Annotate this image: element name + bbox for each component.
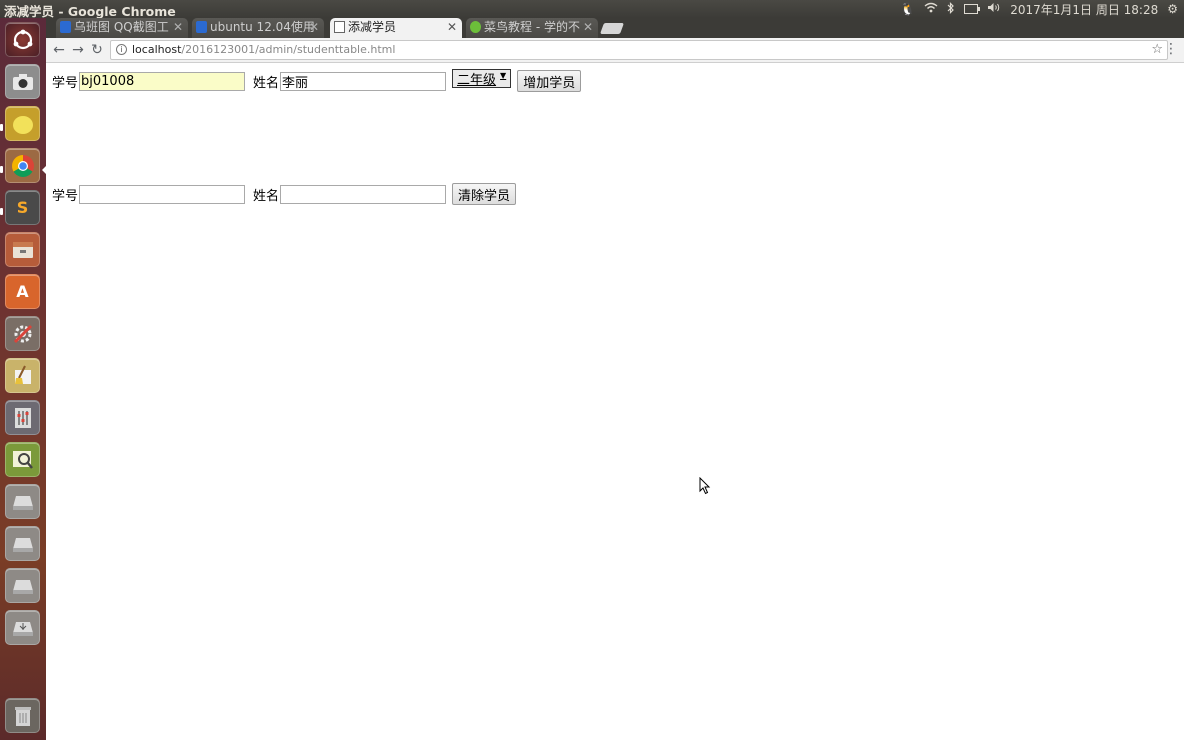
reload-icon[interactable]: ↻	[88, 41, 106, 59]
chrome-browser-icon[interactable]	[5, 148, 40, 183]
tab-qq-screenshot[interactable]: 乌班图 QQ截图工 ✕	[56, 18, 188, 38]
runoob-icon	[470, 21, 481, 33]
dash-home-icon[interactable]	[5, 22, 40, 57]
page-icon	[334, 21, 345, 33]
qq-app-icon[interactable]	[5, 106, 40, 141]
qq-tray-icon[interactable]: 🐧	[900, 2, 915, 16]
camera-app-icon[interactable]	[5, 64, 40, 99]
student-id-input[interactable]	[79, 71, 246, 91]
browser-toolbar: ← → ↻ i localhost/2016123001/admin/stude…	[46, 38, 1184, 63]
files-app-icon[interactable]	[5, 232, 40, 267]
tab-runoob-tutorial[interactable]: 菜鸟教程 - 学的不 ✕	[466, 18, 598, 38]
system-top-panel: 添减学员 - Google Chrome 🐧 2017年1月1日 周日 18:2…	[0, 0, 1184, 19]
software-center-icon[interactable]: A	[5, 274, 40, 309]
bookmark-star-icon[interactable]: ☆	[1151, 41, 1163, 59]
address-bar[interactable]: i localhost/2016123001/admin/studenttabl…	[110, 40, 1168, 60]
tab-close-icon[interactable]: ✕	[173, 18, 183, 36]
volume-icon[interactable]	[987, 2, 1001, 16]
tab-label: 添减学员	[348, 20, 397, 34]
student-name-label: 姓名	[253, 188, 280, 204]
add-student-button[interactable]: 增加学员	[517, 70, 582, 92]
paw-icon	[60, 21, 71, 33]
tab-ubuntu-usage[interactable]: ubuntu 12.04使用 ✕	[192, 18, 324, 38]
sublime-text-icon[interactable]: S	[5, 190, 40, 225]
student-name-label: 姓名	[253, 75, 280, 91]
grade-selected-value: 二年级	[457, 72, 497, 88]
address-url[interactable]: localhost/2016123001/admin/studenttable.…	[132, 41, 395, 59]
indicator-area: 🐧 2017年1月1日 周日 18:28 ⚙	[900, 0, 1178, 18]
student-id-label: 学号	[52, 75, 79, 91]
wifi-icon[interactable]	[924, 2, 938, 16]
browser-tab-strip: 乌班图 QQ截图工 ✕ ubuntu 12.04使用 ✕ 添减学员 ✕ 菜鸟教程…	[46, 18, 1184, 38]
trash-icon[interactable]	[5, 698, 40, 733]
battery-icon[interactable]	[964, 4, 981, 14]
mouse-pointer-icon	[699, 477, 711, 495]
tab-label: 菜鸟教程 - 学的不	[484, 20, 580, 34]
tab-label: 乌班图 QQ截图工	[74, 20, 169, 34]
drive-1-icon[interactable]	[5, 484, 40, 519]
session-gear-icon[interactable]: ⚙	[1167, 2, 1178, 16]
student-name-input[interactable]	[280, 71, 447, 91]
remove-student-name-input[interactable]	[280, 184, 447, 204]
page-content: 学号 姓名 二年级 ▼ 增加学员 学号 姓名 清除学员	[46, 63, 1184, 740]
tweak-tool-icon[interactable]	[5, 400, 40, 435]
address-host: localhost	[132, 43, 182, 56]
tab-label: ubuntu 12.04使用	[210, 20, 315, 34]
drive-3-icon[interactable]	[5, 568, 40, 603]
usb-drive-icon[interactable]	[5, 610, 40, 645]
tab-close-icon[interactable]: ✕	[309, 18, 319, 36]
system-settings-icon[interactable]	[5, 316, 40, 351]
cleaner-app-icon[interactable]	[5, 358, 40, 393]
back-arrow-icon[interactable]: ←	[50, 41, 68, 59]
paw-icon	[196, 21, 207, 33]
tab-close-icon[interactable]: ✕	[583, 18, 593, 36]
remove-student-form: 学号 姓名 清除学员	[52, 183, 517, 205]
page-info-icon[interactable]: i	[116, 44, 127, 55]
forward-arrow-icon[interactable]: →	[69, 41, 87, 59]
remove-student-id-input[interactable]	[79, 184, 246, 204]
address-path: /2016123001/admin/studenttable.html	[181, 43, 396, 56]
system-monitor-icon[interactable]	[5, 442, 40, 477]
launcher: S A	[0, 18, 46, 740]
tab-add-remove-students[interactable]: 添减学员 ✕	[330, 18, 462, 38]
remove-student-button[interactable]: 清除学员	[452, 183, 517, 205]
tab-close-icon[interactable]: ✕	[447, 18, 457, 36]
add-student-form: 学号 姓名 二年级 ▼ 增加学员	[52, 68, 582, 92]
browser-menu-icon[interactable]: ⋮	[1164, 41, 1178, 57]
new-tab-button[interactable]	[599, 23, 625, 34]
dropdown-arrow-icon: ▼	[500, 71, 507, 80]
grade-select[interactable]: 二年级 ▼	[452, 68, 512, 88]
clock-datetime[interactable]: 2017年1月1日 周日 18:28	[1010, 1, 1158, 18]
bluetooth-icon[interactable]	[947, 1, 955, 17]
student-id-label: 学号	[52, 188, 79, 204]
drive-2-icon[interactable]	[5, 526, 40, 561]
